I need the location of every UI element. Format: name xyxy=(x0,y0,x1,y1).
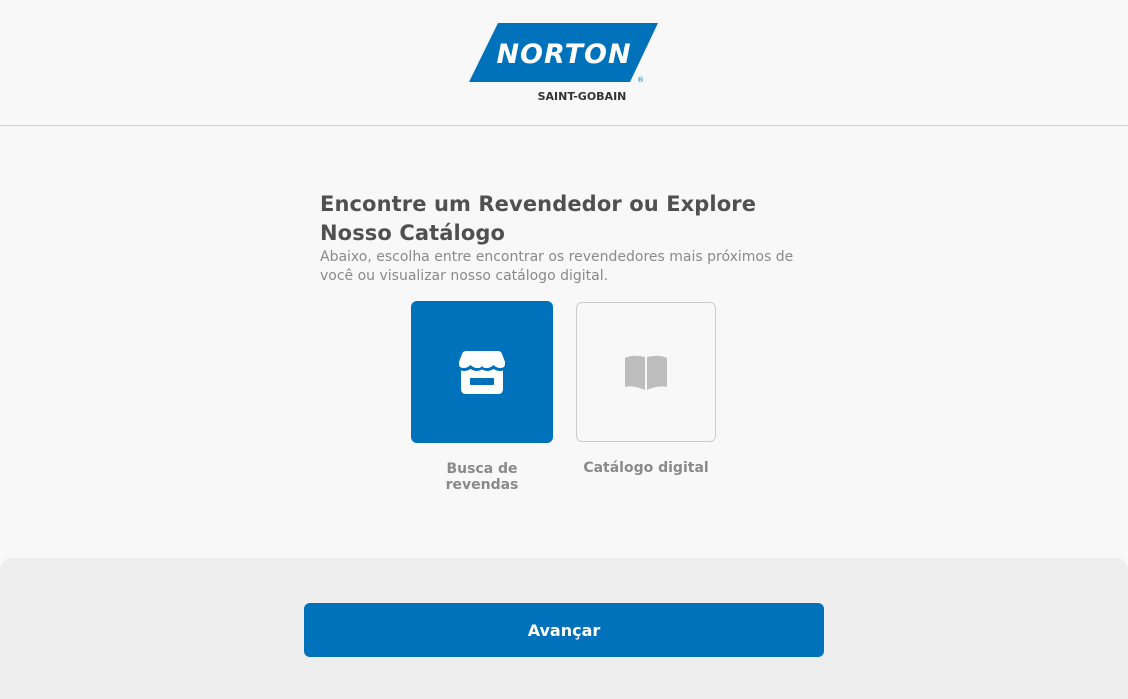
option-card[interactable] xyxy=(576,302,716,442)
intro-section: Encontre um Revendedor ou Explore Nosso … xyxy=(320,190,810,286)
option-digital-catalog[interactable]: Catálogo digital xyxy=(576,302,716,476)
page-title: Encontre um Revendedor ou Explore Nosso … xyxy=(320,192,757,245)
store-icon xyxy=(459,351,505,394)
page-description: Abaixo, escolha entre encontrar os reven… xyxy=(320,249,794,284)
option-card-selected[interactable] xyxy=(411,301,553,443)
logo-wordmark: NORTON xyxy=(496,39,631,70)
next-button[interactable]: Avançar xyxy=(304,603,824,657)
header: NORTON ® SAINT-GOBAIN xyxy=(0,0,1128,126)
norton-logo-graphic: NORTON ® SAINT-GOBAIN xyxy=(469,23,658,102)
option-label: Busca de revendas xyxy=(445,461,519,493)
footer: Avançar xyxy=(0,558,1128,699)
logo-subtitle: SAINT-GOBAIN xyxy=(538,90,627,102)
norton-logo: NORTON ® SAINT-GOBAIN xyxy=(468,22,660,102)
option-dealer-search[interactable]: Busca de revendas xyxy=(411,301,553,493)
option-label: Catálogo digital xyxy=(583,460,709,476)
book-icon xyxy=(625,355,667,390)
registered-mark: ® xyxy=(637,76,644,84)
